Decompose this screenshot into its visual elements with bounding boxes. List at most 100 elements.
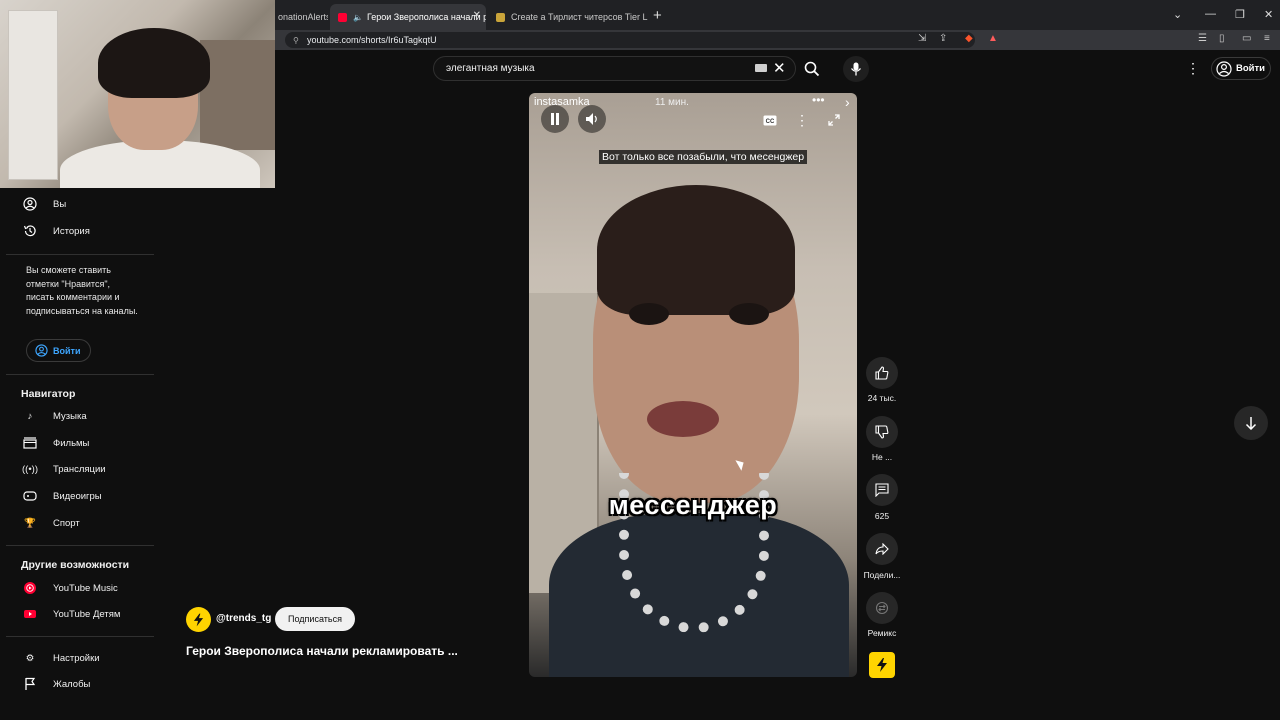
volume-button[interactable] bbox=[578, 105, 606, 133]
comments-button[interactable] bbox=[866, 474, 898, 506]
remix-label: Ремикс bbox=[867, 628, 897, 638]
clear-search-icon[interactable]: ✕ bbox=[773, 59, 786, 77]
reading-list-icon[interactable]: ☰ bbox=[1198, 33, 1207, 44]
webcam-door bbox=[8, 10, 58, 180]
sidebar-item-settings[interactable]: ⚙ Настройки bbox=[0, 647, 155, 669]
overlay-more-icon: ••• bbox=[812, 93, 825, 107]
sidebar-signin-button[interactable]: Войти bbox=[26, 339, 91, 362]
history-icon bbox=[22, 223, 38, 239]
divider bbox=[6, 636, 154, 637]
thumbs-up-icon bbox=[875, 366, 889, 380]
arrow-down-icon bbox=[1245, 417, 1257, 430]
new-tab-icon[interactable]: + bbox=[653, 7, 662, 24]
account-icon bbox=[1216, 60, 1232, 77]
sidebar-item-music[interactable]: ♪ Музыка bbox=[0, 405, 155, 427]
sidebar-item-youtube-kids[interactable]: YouTube Детям bbox=[0, 603, 155, 625]
sidebar-item-label: Жалобы bbox=[53, 678, 91, 690]
tab-youtube-active[interactable]: 🔈 Герои Зверополиса начали р ✕ bbox=[330, 4, 486, 30]
lightning-bolt-icon bbox=[877, 658, 887, 672]
close-window-icon[interactable]: ✕ bbox=[1264, 8, 1273, 21]
sidebar-item-youtube-music[interactable]: YouTube Music bbox=[0, 577, 155, 599]
brave-shields-icon[interactable]: ◆ bbox=[965, 33, 973, 44]
channel-name[interactable]: @trends_tg bbox=[216, 613, 271, 624]
site-info-icon[interactable]: ⚲ bbox=[293, 33, 299, 49]
sidebar-item-label: Музыка bbox=[53, 410, 87, 422]
remix-button[interactable] bbox=[866, 592, 898, 624]
pause-button[interactable] bbox=[541, 105, 569, 133]
tab-tierlist[interactable]: Create a Тирлист читерсов Tier List - bbox=[488, 4, 648, 30]
fullscreen-icon bbox=[828, 114, 840, 126]
sidebar-item-live[interactable]: ((•)) Трансляции bbox=[0, 458, 155, 480]
like-button[interactable] bbox=[866, 357, 898, 389]
dislike-button[interactable] bbox=[866, 416, 898, 448]
volume-icon bbox=[585, 113, 597, 125]
share-label: Подели... bbox=[863, 570, 901, 580]
lightning-bolt-icon bbox=[193, 613, 204, 626]
captions-button[interactable]: CC bbox=[759, 109, 781, 131]
remix-icon bbox=[875, 601, 889, 615]
sidebar-item-movies[interactable]: Фильмы bbox=[0, 432, 155, 454]
sidebar-item-history[interactable]: История bbox=[0, 220, 155, 242]
subscribe-button[interactable]: Подписаться bbox=[275, 607, 355, 631]
sidebar-item-report[interactable]: Жалобы bbox=[0, 673, 155, 695]
video-title[interactable]: Герои Зверополиса начали рекламировать .… bbox=[186, 644, 458, 658]
webcam-hair bbox=[98, 28, 210, 98]
divider bbox=[6, 374, 154, 375]
voice-search-button[interactable] bbox=[843, 56, 869, 82]
fullscreen-button[interactable] bbox=[823, 109, 845, 131]
account-icon bbox=[35, 344, 48, 357]
divider bbox=[6, 254, 154, 255]
signin-label: Войти bbox=[53, 345, 81, 356]
brave-rewards-icon[interactable]: ▲ bbox=[988, 33, 998, 44]
search-button[interactable] bbox=[798, 56, 826, 81]
video-person-hair bbox=[597, 185, 795, 315]
overlay-chevron-icon: › bbox=[845, 94, 850, 110]
audio-playing-icon: 🔈 bbox=[353, 12, 363, 22]
channel-avatar[interactable] bbox=[186, 607, 211, 632]
url-bar[interactable]: ⚲ youtube.com/shorts/Ir6uTagkqtU bbox=[285, 32, 975, 48]
webcam-overlay bbox=[0, 0, 275, 188]
like-count: 24 тыс. bbox=[867, 393, 897, 403]
tab-label: Create a Тирлист читерсов Tier List - bbox=[511, 12, 648, 22]
comment-count: 625 bbox=[874, 511, 890, 521]
signin-button[interactable]: Войти bbox=[1211, 57, 1271, 80]
svg-text:CC: CC bbox=[766, 119, 775, 125]
sidebar-item-label: YouTube Music bbox=[53, 582, 118, 594]
install-app-icon[interactable]: ⇲ bbox=[918, 33, 926, 44]
keyboard-icon[interactable] bbox=[755, 64, 767, 72]
tab-close-icon[interactable]: ✕ bbox=[473, 10, 481, 21]
shorts-video-player[interactable] bbox=[529, 93, 857, 677]
search-icon bbox=[804, 61, 820, 76]
restore-icon[interactable]: ❐ bbox=[1235, 8, 1245, 21]
channel-thumbnail-button[interactable] bbox=[869, 652, 895, 678]
share-button[interactable] bbox=[866, 533, 898, 565]
more-features-heading: Другие возможности bbox=[21, 559, 130, 571]
sidebar-toggle-icon[interactable]: ▯ bbox=[1219, 33, 1225, 44]
video-person-eye bbox=[629, 303, 669, 325]
sidebar-item-you[interactable]: Вы bbox=[0, 193, 155, 215]
youtube-favicon-icon bbox=[338, 12, 347, 22]
overlay-time: 11 мин. bbox=[655, 97, 689, 108]
sidebar-item-sports[interactable]: 🏆 Спорт bbox=[0, 512, 155, 534]
tab-search-chevron-icon[interactable]: ⌄ bbox=[1173, 8, 1182, 21]
tab-label: onationAlerts bbox=[278, 12, 328, 22]
browser-menu-icon[interactable]: ≡ bbox=[1264, 33, 1270, 44]
youtube-kids-icon bbox=[22, 606, 38, 622]
sidebar-item-label: Спорт bbox=[53, 517, 80, 529]
url-text: youtube.com/shorts/Ir6uTagkqtU bbox=[307, 35, 437, 45]
dislike-label: Не ... bbox=[871, 452, 893, 462]
share-page-icon[interactable]: ⇪ bbox=[939, 33, 947, 44]
wallet-icon[interactable]: ▭ bbox=[1242, 33, 1251, 44]
music-note-icon: ♪ bbox=[27, 410, 33, 422]
settings-menu-icon[interactable]: ⋮ bbox=[1186, 60, 1200, 77]
next-video-button[interactable] bbox=[1234, 406, 1268, 440]
player-more-icon[interactable]: ⋮ bbox=[791, 109, 813, 131]
gear-icon: ⚙ bbox=[25, 652, 35, 664]
youtube-music-icon bbox=[22, 580, 38, 596]
minimize-icon[interactable]: — bbox=[1205, 8, 1216, 20]
sidebar-item-gaming[interactable]: Видеоигры bbox=[0, 485, 155, 507]
thumbs-down-icon bbox=[875, 425, 889, 439]
sidebar-item-label: Трансляции bbox=[53, 463, 106, 475]
tab-donation-alerts[interactable]: onationAlerts bbox=[270, 4, 328, 30]
search-input[interactable]: элегантная музыка bbox=[433, 56, 796, 81]
